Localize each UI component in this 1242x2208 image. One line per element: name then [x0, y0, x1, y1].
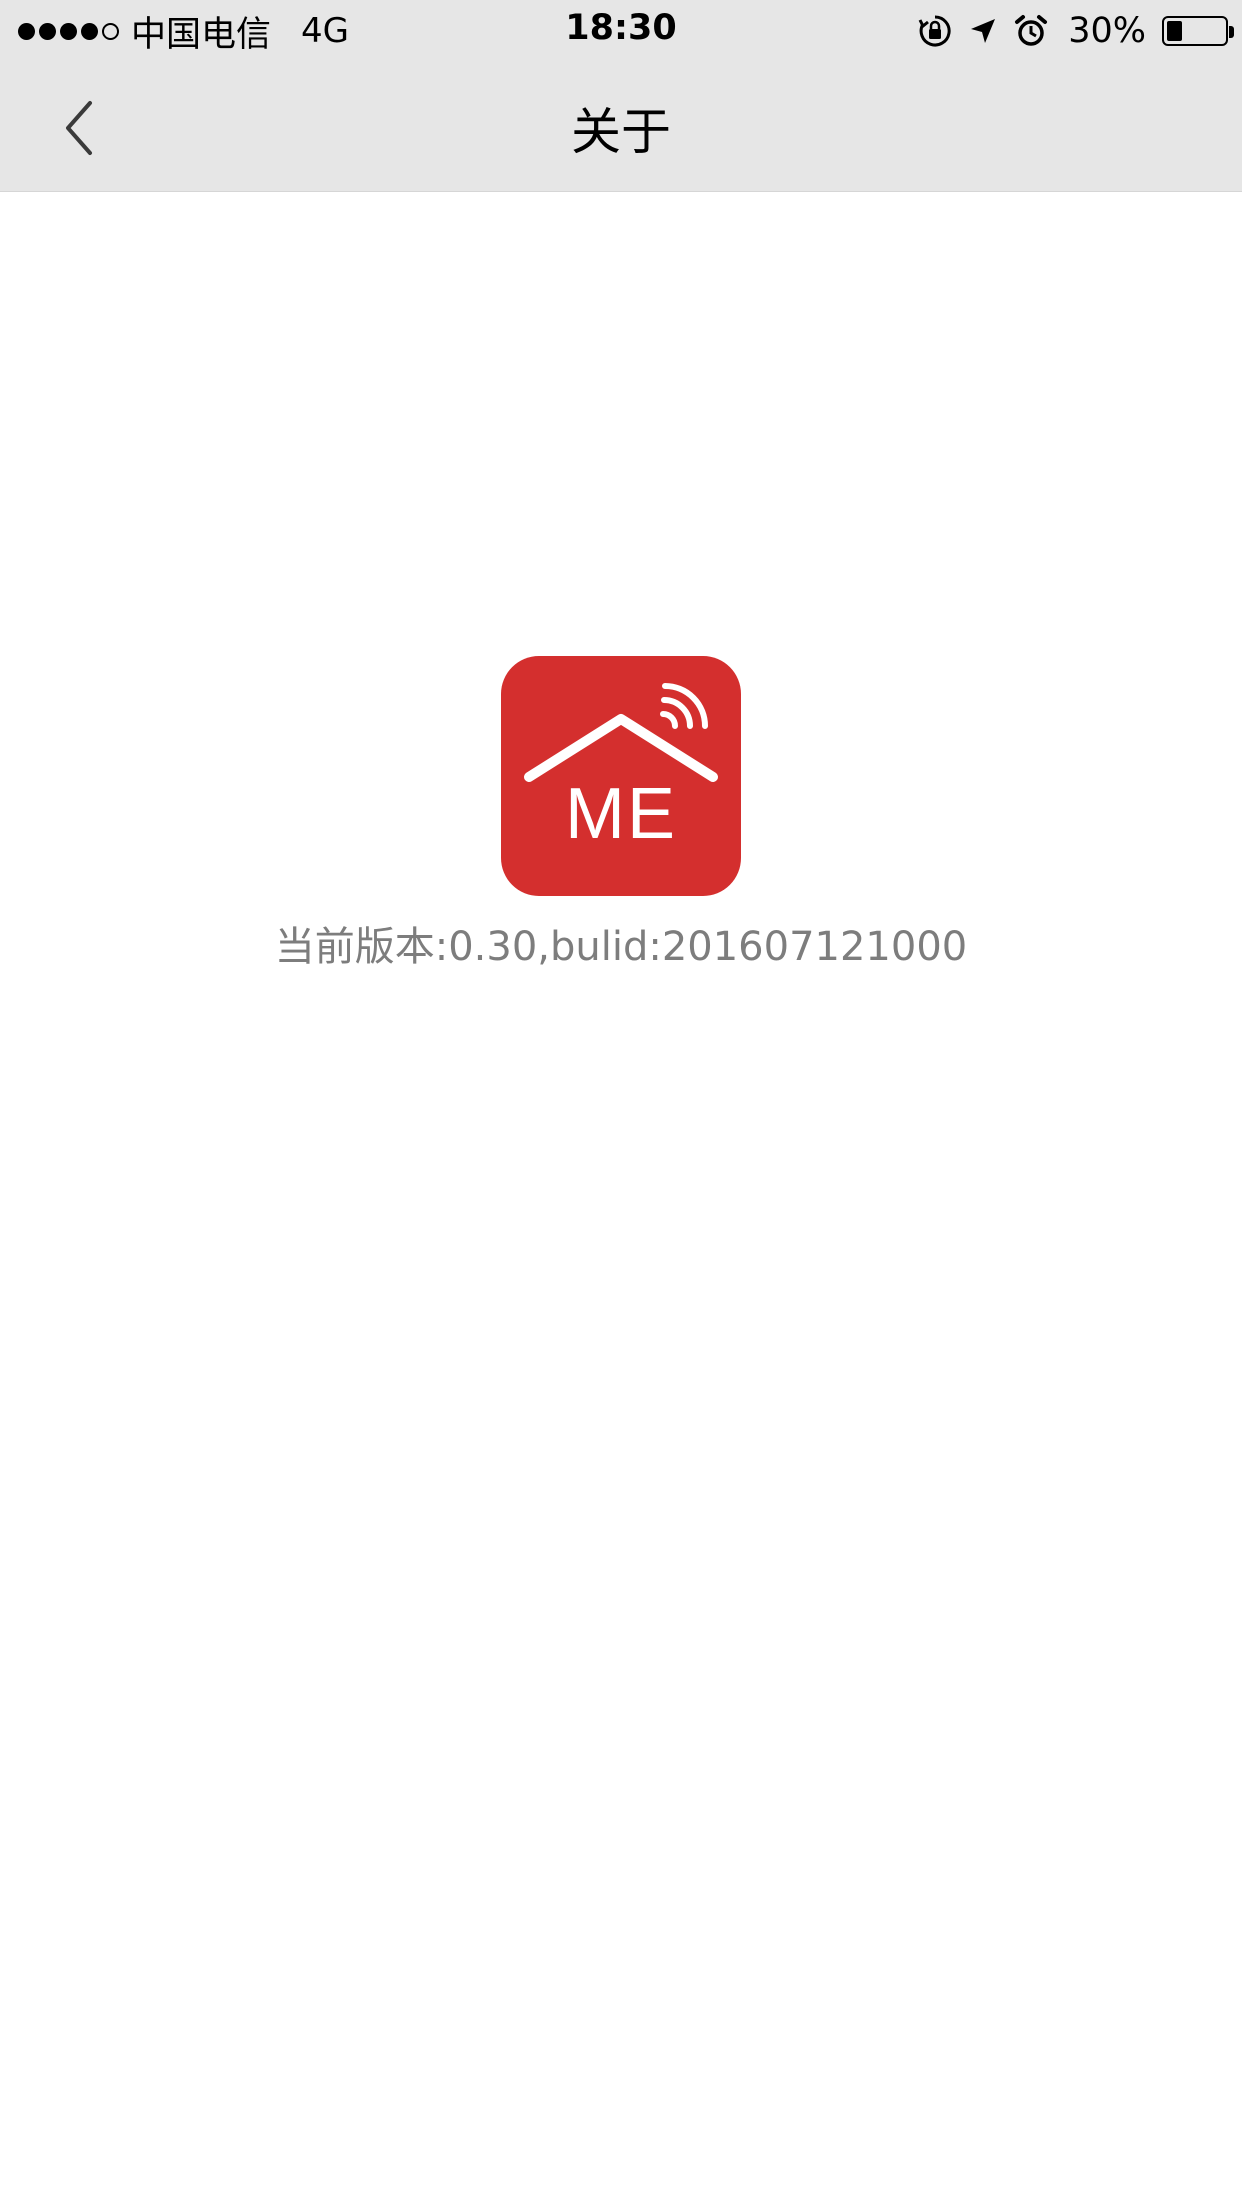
- rotation-lock-icon: [918, 15, 951, 47]
- about-content: ME 当前版本:0.30,bulid:201607121000: [0, 192, 1242, 2208]
- location-arrow-icon: [971, 19, 996, 43]
- battery-percentage: 30%: [1068, 11, 1146, 51]
- battery-icon: [1162, 16, 1234, 46]
- logo-text: ME: [565, 774, 677, 854]
- page-title: 关于: [571, 103, 671, 161]
- navigation-bar: 关于: [0, 62, 1242, 192]
- alarm-clock-icon: [1015, 15, 1048, 46]
- status-bar: 中国电信 4G 18:30 30%: [0, 0, 1242, 62]
- status-right: 30%: [918, 8, 1234, 54]
- app-logo: ME: [501, 656, 741, 896]
- battery-level: [1167, 21, 1182, 41]
- version-info: 当前版本:0.30,bulid:201607121000: [274, 924, 968, 970]
- smart-home-logo-icon: ME: [524, 683, 718, 854]
